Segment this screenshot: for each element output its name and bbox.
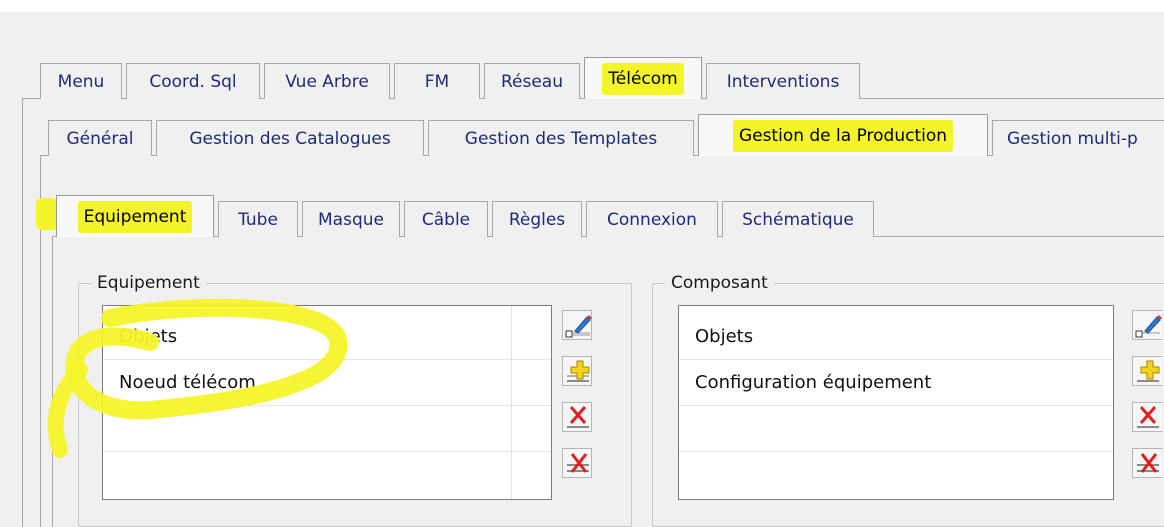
delete-all-x-icon <box>1137 453 1159 473</box>
tab-label: Interventions <box>726 71 840 92</box>
add-plus-icon <box>567 360 590 382</box>
tab-label: Vue Arbre <box>285 71 369 92</box>
tab-general[interactable]: Général <box>48 120 152 156</box>
edit-pencil-icon <box>565 315 592 338</box>
add-plus-icon <box>1137 360 1160 382</box>
tab-label: Gestion des Catalogues <box>189 128 391 149</box>
list-item[interactable]: Configuration équipement <box>679 360 1113 406</box>
tab-gestion-templates[interactable]: Gestion des Templates <box>428 120 694 156</box>
tab-coord-sql[interactable]: Coord. Sql <box>126 63 260 99</box>
tab-equipement[interactable]: Equipement <box>56 195 214 237</box>
tab-gestion-multi[interactable]: Gestion multi-p <box>992 120 1164 156</box>
equipement-delete-button[interactable] <box>562 402 592 432</box>
tab-cable[interactable]: Câble <box>404 201 488 237</box>
equipement-add-button[interactable] <box>562 356 592 386</box>
sub-tabs: Général Gestion des Catalogues Gestion d… <box>48 112 1164 156</box>
inner-tabs: Equipement Tube Masque Câble Règles Conn… <box>56 192 878 237</box>
tab-label-highlighted: Gestion de la Production <box>732 119 954 152</box>
composant-delete-all-button[interactable] <box>1132 448 1162 478</box>
tab-regles[interactable]: Règles <box>492 201 582 237</box>
tab-telecom[interactable]: Télécom <box>584 57 702 99</box>
list-item-empty[interactable] <box>679 452 1113 497</box>
tab-fm[interactable]: FM <box>394 63 480 99</box>
tab-label-highlighted: Télécom <box>602 62 684 95</box>
tab-menu[interactable]: Menu <box>40 63 122 99</box>
tab-gestion-production[interactable]: Gestion de la Production <box>698 114 988 156</box>
composant-delete-button[interactable] <box>1132 402 1162 432</box>
list-item-label: Noeud télécom <box>119 372 256 393</box>
delete-all-x-icon <box>567 453 589 473</box>
tab-label: Gestion multi-p <box>1007 128 1138 149</box>
tab-tube[interactable]: Tube <box>218 201 298 237</box>
tab-connexion[interactable]: Connexion <box>586 201 718 237</box>
tab-label: FM <box>424 71 450 92</box>
composant-edit-button[interactable] <box>1132 310 1162 340</box>
list-item[interactable]: Noeud télécom <box>103 360 551 406</box>
application-window: Menu Coord. Sql Vue Arbre FM Réseau Télé… <box>0 0 1164 527</box>
tab-label: Règles <box>508 209 566 230</box>
main-tabs: Menu Coord. Sql Vue Arbre FM Réseau Télé… <box>40 56 864 99</box>
list-item[interactable]: Objets <box>103 314 551 360</box>
composant-add-button[interactable] <box>1132 356 1162 386</box>
equipement-delete-all-button[interactable] <box>562 448 592 478</box>
equipement-list[interactable]: Objets Noeud télécom <box>102 305 552 500</box>
list-item[interactable]: Objets <box>679 314 1113 360</box>
tab-schematique[interactable]: Schématique <box>722 201 874 237</box>
tab-label: Coord. Sql <box>149 71 237 92</box>
list-item-label: Configuration équipement <box>695 372 932 393</box>
tab-label: Schématique <box>742 209 854 230</box>
tab-masque[interactable]: Masque <box>302 201 400 237</box>
equipement-group-title: Equipement <box>91 273 206 293</box>
tab-label: Câble <box>421 209 471 230</box>
tab-label: Tube <box>238 209 278 230</box>
delete-x-icon <box>567 406 589 428</box>
list-item-empty[interactable] <box>103 452 551 497</box>
composant-list[interactable]: Objets Configuration équipement <box>678 305 1114 500</box>
highlight-annotation-bar <box>36 198 58 230</box>
tab-reseau[interactable]: Réseau <box>484 63 580 99</box>
tab-label-highlighted: Equipement <box>77 200 193 233</box>
equipement-edit-button[interactable] <box>562 310 592 340</box>
composant-group-title: Composant <box>665 273 774 293</box>
list-item-empty[interactable] <box>103 406 551 452</box>
tab-label: Gestion des Templates <box>464 128 658 149</box>
edit-pencil-icon <box>1135 315 1162 338</box>
tab-gestion-catalogues[interactable]: Gestion des Catalogues <box>156 120 424 156</box>
list-item-empty[interactable] <box>679 406 1113 452</box>
tab-label: Masque <box>318 209 384 230</box>
tab-interventions[interactable]: Interventions <box>706 63 860 99</box>
list-item-label: Objets <box>695 326 754 347</box>
tab-label: Connexion <box>607 209 697 230</box>
delete-x-icon <box>1137 406 1159 428</box>
list-item-label: Objets <box>119 326 178 347</box>
tab-label: Général <box>66 128 134 149</box>
tab-label: Réseau <box>500 71 563 92</box>
tab-vue-arbre[interactable]: Vue Arbre <box>264 63 390 99</box>
tab-label: Menu <box>57 71 105 92</box>
